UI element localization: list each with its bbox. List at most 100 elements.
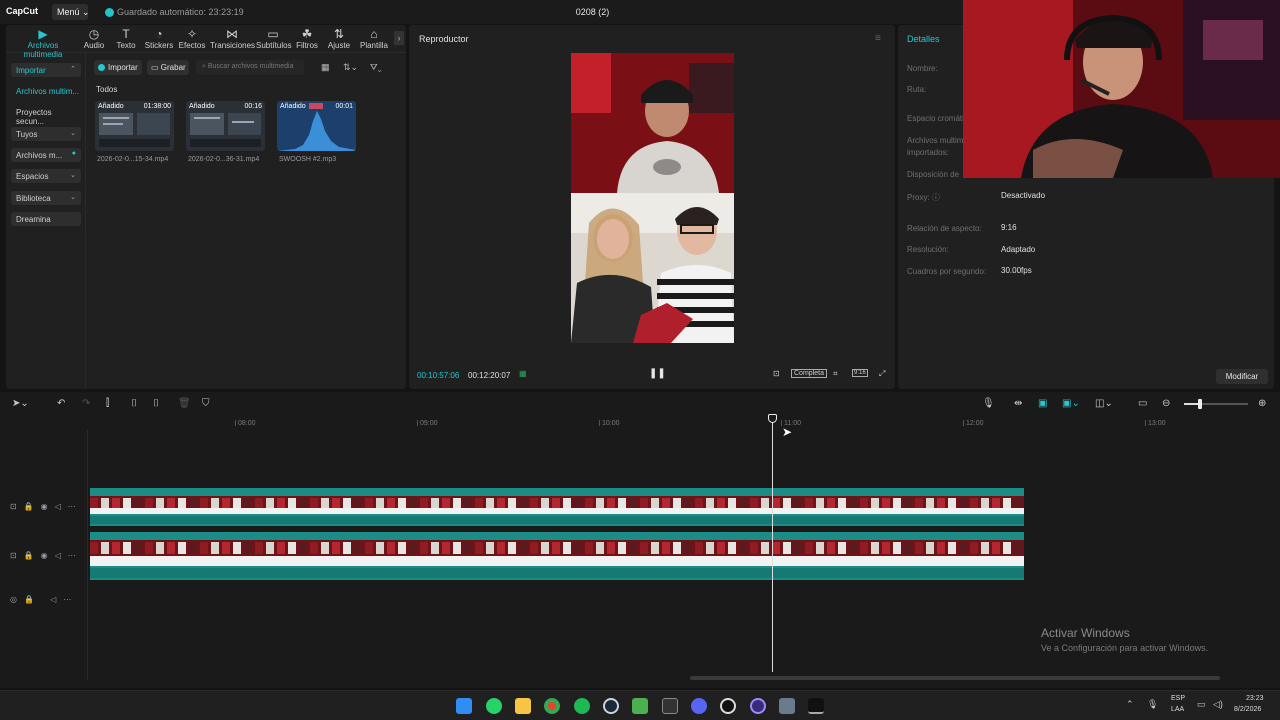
project-title[interactable]: 0208 (2) xyxy=(560,7,625,17)
snapshot-icon[interactable]: ⌗ xyxy=(833,369,838,379)
modify-button[interactable]: Modificar xyxy=(1216,369,1268,384)
obs-icon[interactable] xyxy=(720,698,736,714)
track-frame xyxy=(904,542,912,554)
nav-yours[interactable]: Tuyos ⌄ xyxy=(11,127,81,141)
detail-label: Nombre: xyxy=(907,64,938,73)
chevron-up-icon[interactable]: ⌃ xyxy=(1126,699,1134,710)
tab-transitions[interactable]: ⋈ Transiciones xyxy=(210,27,255,50)
video-preview[interactable] xyxy=(571,53,734,343)
clip-added-badge: Añadido xyxy=(98,103,124,110)
track-frame xyxy=(717,498,725,508)
caption-icon[interactable]: ▭ xyxy=(1138,398,1147,409)
zoom-slider-handle[interactable] xyxy=(1198,399,1202,409)
media-search-input[interactable]: ⌕ Buscar archivos multimedia xyxy=(196,60,304,75)
undo-icon[interactable]: ↶ xyxy=(57,398,65,409)
track-frame xyxy=(112,542,120,554)
nav-library[interactable]: Biblioteca ⌄ xyxy=(11,191,81,205)
track-controls[interactable]: ⊡🔒◉◁⋯ xyxy=(10,502,83,511)
nav-import[interactable]: Importar ⌃ xyxy=(11,63,81,77)
nav-dreamina[interactable]: Dreamina xyxy=(11,212,81,226)
language-label[interactable]: ESP xyxy=(1171,695,1185,702)
quality-button[interactable]: Completa xyxy=(791,369,827,378)
track-frame xyxy=(178,542,186,554)
split-icon[interactable]: ⫿ xyxy=(106,398,109,409)
snap-icon[interactable]: ▣⌄ xyxy=(1062,398,1080,409)
track-frame xyxy=(805,498,813,508)
video-track-2[interactable] xyxy=(90,532,1024,580)
preview-axis-icon[interactable]: ◫⌄ xyxy=(1095,398,1113,409)
network-icon[interactable]: ▭ xyxy=(1197,699,1206,710)
select-tool-icon[interactable]: ➤⌄ xyxy=(12,398,29,409)
track-controls[interactable]: ◎🔒 ◁⋯ xyxy=(10,595,78,604)
tab-text[interactable]: T Texto xyxy=(112,27,140,50)
split-right-icon[interactable]: ⌷ xyxy=(153,398,159,409)
media-clip[interactable]: Añadido 00:16 xyxy=(186,101,265,151)
fullscreen-icon[interactable]: ⤢ xyxy=(879,369,885,379)
media-clip[interactable]: Añadido 01:38:00 xyxy=(95,101,174,151)
tab-effects[interactable]: ✧ Efectos xyxy=(177,27,207,50)
microphone-icon[interactable]: 🎙 xyxy=(1147,699,1158,710)
magnet-icon[interactable]: ▣ xyxy=(1038,398,1047,409)
tiktok-icon[interactable]: ⊡ xyxy=(773,369,780,378)
steam-icon[interactable] xyxy=(603,698,619,714)
shield-icon[interactable]: ⛉ xyxy=(202,398,210,409)
nav-secondary-projects[interactable]: Proyectos secun... xyxy=(11,105,81,126)
tab-filters[interactable]: ☘ Filtros xyxy=(294,27,320,50)
nav-media-local[interactable]: Archivos m... ● xyxy=(11,148,81,162)
keyboard-layout-label[interactable]: LAA xyxy=(1171,706,1184,713)
file-explorer-icon[interactable] xyxy=(515,698,531,714)
minecraft-icon[interactable] xyxy=(632,698,648,714)
filter-icon[interactable]: ⛛⌄ xyxy=(370,62,382,73)
zoom-slider[interactable] xyxy=(1184,399,1248,409)
clock-time[interactable]: 23:23 xyxy=(1246,695,1264,702)
app-icon[interactable] xyxy=(750,698,766,714)
menu-button[interactable]: Menú ⌄ xyxy=(52,4,90,20)
sort-icon[interactable]: ⇅⌄ xyxy=(343,62,358,73)
epic-games-icon[interactable] xyxy=(662,698,678,714)
tab-audio[interactable]: ◷ Audio xyxy=(82,27,106,50)
pause-icon[interactable]: ❚❚ xyxy=(649,368,666,379)
track-frame xyxy=(112,498,120,508)
effects-icon: ✧ xyxy=(186,27,198,41)
clock-date[interactable]: 8/2/2026 xyxy=(1234,706,1261,713)
horizontal-scrollbar[interactable] xyxy=(690,676,1220,680)
discord-icon[interactable] xyxy=(691,698,707,714)
aspect-ratio-button[interactable]: 9:16 xyxy=(852,369,868,377)
import-button[interactable]: Importar xyxy=(94,60,142,75)
view-grid-icon[interactable]: ▦ xyxy=(321,62,330,73)
zoom-in-icon[interactable]: ⊕ xyxy=(1258,398,1266,409)
tabs-scroll-right-icon[interactable]: › xyxy=(394,31,404,45)
split-left-icon[interactable]: ⌷ xyxy=(131,398,137,409)
tab-subtitles[interactable]: ▭ Subtítulos xyxy=(256,27,292,50)
track-frame xyxy=(849,542,857,554)
track-frame xyxy=(1003,498,1011,508)
playhead-handle[interactable] xyxy=(768,414,777,423)
audio-clip[interactable]: Añadido 00:01 xyxy=(277,101,356,151)
tab-adjust[interactable]: ⇅ Ajuste xyxy=(326,27,352,50)
spotify-icon[interactable] xyxy=(574,698,590,714)
track-frame xyxy=(585,542,593,554)
nav-media-files[interactable]: Archivos multim... xyxy=(11,84,81,98)
calculator-icon[interactable] xyxy=(779,698,795,714)
tab-templates[interactable]: ⌂ Plantilla xyxy=(358,27,390,50)
video-track-1[interactable] xyxy=(90,488,1024,526)
nav-spaces[interactable]: Espacios ⌄ xyxy=(11,169,81,183)
microphone-icon[interactable]: 🎙 xyxy=(982,398,995,409)
volume-icon[interactable]: ◁) xyxy=(1213,699,1223,710)
track-frame xyxy=(596,542,604,554)
link-icon[interactable]: ⇹ xyxy=(1014,398,1022,409)
filter-all-label[interactable]: Todos xyxy=(96,85,117,94)
tab-stickers[interactable]: ◔ Stickers xyxy=(144,27,174,50)
hamburger-icon[interactable]: ≡ xyxy=(875,33,881,44)
track-controls[interactable]: ⊡🔒◉◁⋯ xyxy=(10,551,83,560)
track-frame xyxy=(761,542,769,554)
start-icon[interactable] xyxy=(456,698,472,714)
zoom-out-icon[interactable]: ⊖ xyxy=(1162,398,1170,409)
record-button[interactable]: ▭ Grabar xyxy=(147,60,189,75)
capcut-icon[interactable] xyxy=(808,698,824,714)
playhead[interactable] xyxy=(772,418,773,672)
chrome-icon[interactable] xyxy=(544,698,560,714)
track-frame xyxy=(134,498,142,508)
whatsapp-icon[interactable] xyxy=(486,698,502,714)
time-ruler[interactable]: 08:00 09:00 10:00 11:00 12:00 13:00 xyxy=(88,416,1280,430)
